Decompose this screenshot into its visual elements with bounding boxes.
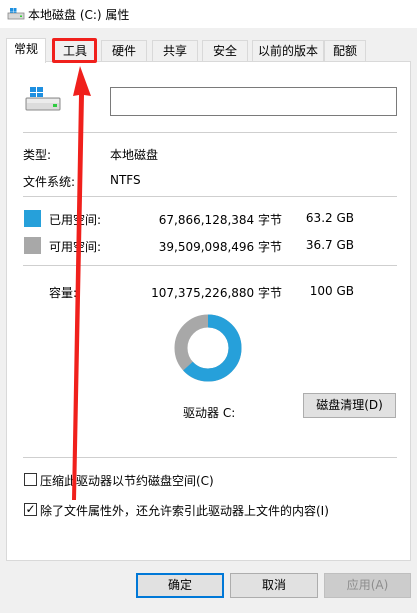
compress-checkbox[interactable] — [24, 473, 37, 486]
drive-name-input[interactable] — [110, 87, 397, 116]
used-space-size: 63.2 GB — [305, 211, 354, 225]
capacity-label: 容量: — [49, 286, 78, 300]
compress-label[interactable]: 压缩此驱动器以节约磁盘空间(C) — [40, 472, 214, 489]
disk-cleanup-button[interactable]: 磁盘清理(D) — [303, 393, 396, 418]
divider — [23, 457, 397, 458]
used-space-swatch — [24, 210, 41, 227]
cancel-button[interactable]: 取消 — [230, 573, 318, 598]
type-value: 本地磁盘 — [110, 148, 159, 162]
index-label[interactable]: 除了文件属性外，还允许索引此驱动器上文件的内容(I) — [40, 502, 329, 519]
title-bar: 本地磁盘 (C:) 属性 — [0, 0, 417, 28]
free-space-bytes: 39,509,098,496 字节 — [158, 240, 282, 254]
free-space-swatch — [24, 237, 41, 254]
capacity-size: 100 GB — [309, 284, 354, 298]
tab-hardware[interactable]: 硬件 — [101, 40, 147, 62]
free-space-size: 36.7 GB — [305, 238, 354, 252]
tab-general[interactable]: 常规 — [6, 38, 46, 63]
drive-icon — [7, 8, 25, 20]
divider — [23, 196, 397, 197]
used-space-bytes: 67,866,128,384 字节 — [158, 213, 282, 227]
apply-button[interactable]: 应用(A) — [324, 573, 411, 598]
used-space-label: 已用空间: — [49, 213, 102, 227]
annotation-highlight-box — [52, 38, 97, 63]
tab-previous-versions[interactable]: 以前的版本 — [252, 40, 324, 62]
disk-usage-donut — [174, 314, 242, 382]
drive-icon — [25, 87, 61, 111]
ok-button[interactable]: 确定 — [136, 573, 224, 598]
free-space-label: 可用空间: — [49, 240, 102, 254]
window-title: 本地磁盘 (C:) 属性 — [28, 8, 130, 22]
check-icon: ✓ — [25, 502, 36, 516]
tab-sharing[interactable]: 共享 — [152, 40, 198, 62]
index-checkbox[interactable]: ✓ — [24, 502, 37, 516]
divider — [23, 265, 397, 266]
tab-quota[interactable]: 配额 — [324, 40, 366, 62]
file-system-label: 文件系统: — [23, 175, 76, 189]
capacity-bytes: 107,375,226,880 字节 — [151, 286, 282, 300]
tab-security[interactable]: 安全 — [202, 40, 248, 62]
file-system-value: NTFS — [110, 173, 141, 187]
divider — [23, 132, 397, 133]
type-label: 类型: — [23, 148, 52, 162]
general-panel: 类型: 本地磁盘 文件系统: NTFS 已用空间: 67,866,128,384… — [6, 61, 411, 561]
drive-letter-label: 驱动器 C: — [183, 406, 236, 420]
